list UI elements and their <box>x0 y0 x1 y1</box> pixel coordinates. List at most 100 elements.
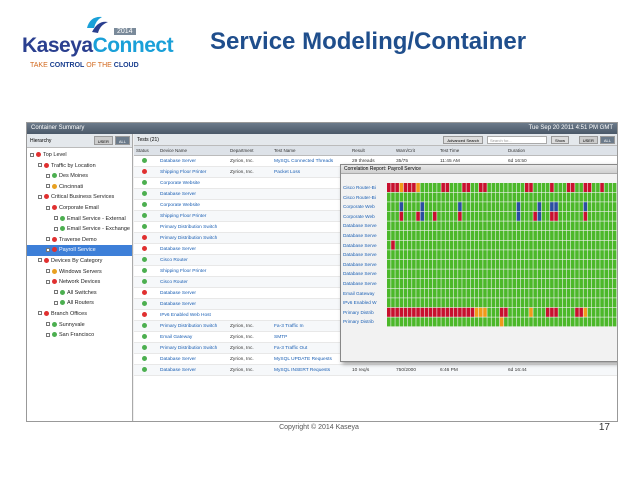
grid-cell[interactable] <box>504 259 508 269</box>
grid-cell[interactable] <box>407 221 412 231</box>
grid-cell[interactable] <box>487 307 491 317</box>
grid-cell[interactable] <box>600 183 604 192</box>
grid-cell[interactable] <box>529 192 533 202</box>
grid-cell[interactable] <box>499 298 504 308</box>
grid-cell[interactable] <box>487 250 491 260</box>
grid-cell[interactable] <box>445 269 450 279</box>
grid-cell[interactable] <box>516 192 521 202</box>
grid-cell[interactable] <box>591 202 596 212</box>
expand-toggle-icon[interactable] <box>54 290 58 295</box>
grid-cell[interactable] <box>575 279 579 288</box>
grid-cell[interactable] <box>591 307 596 317</box>
grid-cell[interactable] <box>579 298 583 308</box>
grid-cell[interactable] <box>537 288 542 298</box>
grid-cell[interactable] <box>508 259 512 269</box>
grid-cell[interactable] <box>387 211 391 221</box>
grid-cell[interactable] <box>416 307 420 317</box>
grid-cell[interactable] <box>399 211 404 221</box>
grid-cell[interactable] <box>612 269 617 279</box>
tree-item[interactable]: Payroll Service <box>27 245 132 256</box>
grid-cell[interactable] <box>470 240 475 250</box>
grid-cell[interactable] <box>449 192 454 202</box>
grid-cell[interactable] <box>612 307 617 317</box>
grid-cell[interactable] <box>545 211 550 221</box>
grid-cell[interactable] <box>604 250 609 260</box>
expand-toggle-icon[interactable] <box>38 194 42 199</box>
grid-cell[interactable] <box>604 202 609 212</box>
grid-cell[interactable] <box>558 221 563 231</box>
grid-cell[interactable] <box>579 192 583 202</box>
grid-cell[interactable] <box>533 298 537 308</box>
col-duration[interactable]: Duration <box>506 146 556 155</box>
grid-cell[interactable] <box>433 202 437 212</box>
grid-cell[interactable] <box>587 298 592 308</box>
grid-cell[interactable] <box>399 221 404 231</box>
grid-cell[interactable] <box>604 259 609 269</box>
grid-cell[interactable] <box>433 269 437 279</box>
grid-cell[interactable] <box>541 221 546 231</box>
grid-cell[interactable] <box>499 259 504 269</box>
grid-cell[interactable] <box>533 307 537 317</box>
grid-cell[interactable] <box>387 250 391 260</box>
grid-cell[interactable] <box>550 183 554 192</box>
grid-cell[interactable] <box>604 183 609 192</box>
grid-cell[interactable] <box>466 279 471 288</box>
grid-cell[interactable] <box>600 211 604 221</box>
grid-cell[interactable] <box>529 288 533 298</box>
grid-cell[interactable] <box>571 279 575 288</box>
grid-cell[interactable] <box>445 192 450 202</box>
grid-cell[interactable] <box>550 279 554 288</box>
grid-cell[interactable] <box>571 202 575 212</box>
grid-cell[interactable] <box>424 298 429 308</box>
grid-cell[interactable] <box>525 183 529 192</box>
grid-cell[interactable] <box>571 183 575 192</box>
grid-cell[interactable] <box>399 183 404 192</box>
grid-cell[interactable] <box>554 192 558 202</box>
grid-cell[interactable] <box>596 183 600 192</box>
grid-cell[interactable] <box>416 221 420 231</box>
grid-cell[interactable] <box>520 240 525 250</box>
grid-cell[interactable] <box>533 202 537 212</box>
grid-cell[interactable] <box>591 288 596 298</box>
grid-cell[interactable] <box>491 307 496 317</box>
grid-cell[interactable] <box>458 183 462 192</box>
grid-cell[interactable] <box>458 298 462 308</box>
grid-cell[interactable] <box>491 259 496 269</box>
grid-cell[interactable] <box>462 298 466 308</box>
grid-cell[interactable] <box>545 317 550 327</box>
expand-toggle-icon[interactable] <box>46 279 50 284</box>
grid-cell[interactable] <box>512 221 517 231</box>
grid-cell[interactable] <box>395 288 399 298</box>
grid-cell[interactable] <box>504 211 508 221</box>
grid-cell[interactable] <box>466 183 471 192</box>
cell-device[interactable]: Email Gateway <box>158 332 228 342</box>
cell-device[interactable]: Database Server <box>158 156 228 166</box>
grid-cell[interactable] <box>462 183 466 192</box>
grid-cell[interactable] <box>449 307 454 317</box>
grid-cell[interactable] <box>407 183 412 192</box>
grid-cell[interactable] <box>458 240 462 250</box>
grid-cell[interactable] <box>596 317 600 327</box>
grid-cell[interactable] <box>424 307 429 317</box>
grid-cell[interactable] <box>428 250 433 260</box>
grid-cell[interactable] <box>470 202 475 212</box>
grid-cell[interactable] <box>533 269 537 279</box>
grid-cell[interactable] <box>403 269 408 279</box>
grid-cell[interactable] <box>600 202 604 212</box>
grid-cell[interactable] <box>391 307 395 317</box>
grid-cell[interactable] <box>566 307 571 317</box>
grid-cell[interactable] <box>412 269 416 279</box>
grid-cell[interactable] <box>420 240 425 250</box>
grid-cell[interactable] <box>558 240 563 250</box>
grid-cell[interactable] <box>508 202 512 212</box>
cell-test[interactable] <box>272 211 350 221</box>
grid-cell[interactable] <box>420 221 425 231</box>
grid-cell[interactable] <box>483 250 487 260</box>
grid-cell[interactable] <box>587 240 592 250</box>
grid-cell[interactable] <box>533 288 537 298</box>
grid-cell[interactable] <box>596 298 600 308</box>
tree-item[interactable]: All Switches <box>27 288 132 299</box>
cell-test[interactable]: MySQL INSERT Requests <box>272 365 350 375</box>
expand-toggle-icon[interactable] <box>46 184 50 189</box>
grid-cell[interactable] <box>407 298 412 308</box>
